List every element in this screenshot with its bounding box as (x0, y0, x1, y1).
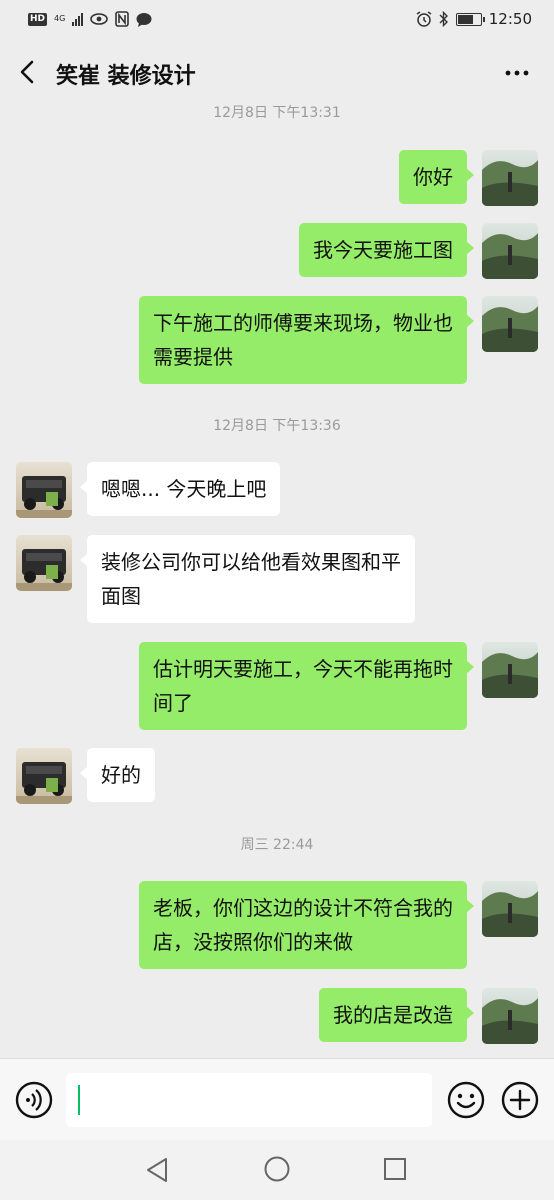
status-icons-left: HD 4G (28, 11, 152, 27)
my-message-bubble[interactable]: 下午施工的师傅要来现场，物业也 需要提供 (139, 296, 474, 384)
more-options-icon[interactable] (504, 66, 530, 80)
contact-message-bubble[interactable]: 好的 (80, 748, 155, 802)
voice-input-icon[interactable] (14, 1080, 54, 1120)
text-cursor (78, 1085, 80, 1115)
my-message-bubble[interactable]: 你好 (399, 150, 474, 204)
signal-icon (72, 12, 84, 26)
network-type: 4G (54, 14, 66, 23)
message-timestamp: 周三 22:44 (240, 837, 314, 853)
message-input[interactable] (66, 1073, 432, 1127)
contact-message-bubble[interactable]: 嗯嗯... 今天晚上吧 (79, 462, 281, 516)
system-nav-bar (0, 1140, 554, 1200)
emoji-icon[interactable] (446, 1080, 486, 1120)
message-text: 好的 (101, 763, 141, 787)
eye-icon (90, 13, 109, 25)
input-bar (0, 1058, 554, 1140)
bluetooth-icon (439, 11, 448, 27)
back-arrow-icon[interactable] (14, 58, 42, 86)
message-text: 面图 (101, 584, 141, 608)
status-icons-right: 12:50 (416, 10, 532, 28)
message-text: 下午施工的师傅要来现场，物业也 (153, 311, 453, 335)
message-text: 我今天要施工图 (313, 238, 453, 262)
nfc-icon (115, 11, 130, 27)
my-message-bubble[interactable]: 老板，你们这边的设计不符合我的 店，没按照你们的来做 (139, 881, 474, 969)
chat-title: 笑崔 装修设计 (56, 64, 196, 89)
my-message-bubble[interactable]: 估计明天要施工，今天不能再拖时 间了 (139, 642, 474, 730)
my-avatar[interactable] (482, 223, 538, 279)
plus-icon[interactable] (500, 1080, 540, 1120)
my-avatar[interactable] (482, 150, 538, 206)
message-text: 估计明天要施工，今天不能再拖时 (153, 657, 453, 681)
message-text: 你好 (413, 165, 453, 189)
status-bar: HD 4G 12:50 (0, 0, 554, 38)
my-message-bubble[interactable]: 我今天要施工图 (299, 223, 474, 277)
battery-level (457, 14, 474, 24)
contact-message-bubble[interactable]: 装修公司你可以给他看效果图和平 面图 (80, 535, 415, 623)
nav-home-icon[interactable] (263, 1155, 291, 1183)
battery-icon (455, 12, 485, 26)
my-message-bubble[interactable]: 我的店是改造 (319, 988, 474, 1042)
contact-avatar[interactable] (16, 748, 72, 804)
message-timestamp: 12月8日 下午13:31 (213, 105, 341, 121)
alarm-icon (416, 11, 432, 27)
message-text: 老板，你们这边的设计不符合我的 (153, 896, 453, 920)
message-text: 嗯嗯... 今天晚上吧 (101, 477, 267, 501)
my-avatar[interactable] (482, 296, 538, 352)
message-text: 装修公司你可以给他看效果图和平 (101, 550, 401, 574)
my-avatar[interactable] (482, 988, 538, 1044)
message-text: 我的店是改造 (333, 1003, 453, 1027)
clock: 12:50 (488, 10, 532, 28)
chat-area[interactable]: 12月8日 下午13:31 你好 我今天要施工图 下午施工的师傅要来现场，物业也… (0, 100, 554, 1058)
contact-avatar[interactable] (16, 535, 72, 591)
nav-back-icon[interactable] (144, 1156, 170, 1184)
message-text: 店，没按照你们的来做 (153, 930, 353, 954)
my-avatar[interactable] (482, 642, 538, 698)
message-text: 需要提供 (153, 345, 233, 369)
contact-avatar[interactable] (16, 462, 72, 518)
my-avatar[interactable] (482, 881, 538, 937)
hd-badge: HD (28, 12, 48, 26)
title-bar: 笑崔 装修设计 (0, 38, 554, 106)
nav-recent-apps-icon[interactable] (383, 1157, 407, 1181)
chat-notification-icon (136, 12, 152, 27)
message-timestamp: 12月8日 下午13:36 (213, 418, 341, 434)
message-text: 间了 (153, 691, 193, 715)
